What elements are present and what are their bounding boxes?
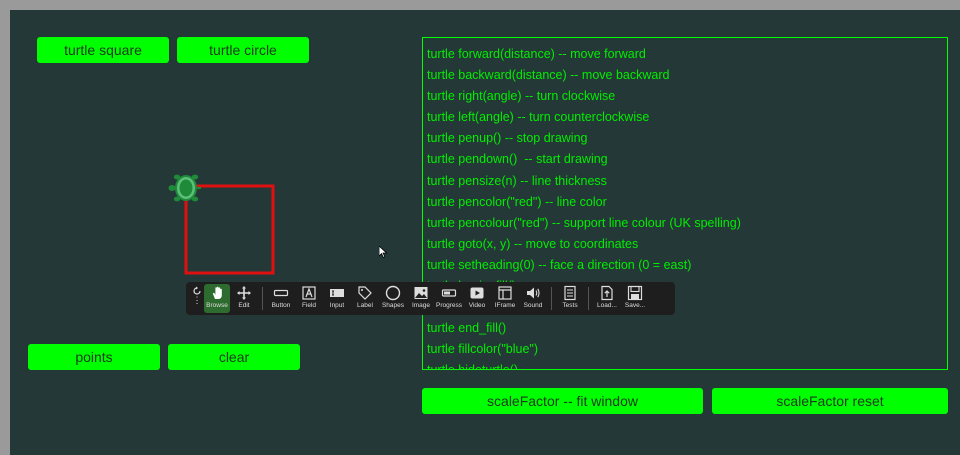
help-line: turtle pencolour("red") -- support line …	[427, 215, 741, 230]
move-icon	[237, 286, 251, 300]
toolbar-item-browse[interactable]: Browse	[204, 284, 230, 313]
toolbar-item-iframe[interactable]: IFrame	[491, 284, 519, 313]
help-line: turtle end_fill()	[427, 321, 507, 336]
help-line: turtle backward(distance) -- move backwa…	[427, 68, 670, 83]
toolbar-item-field[interactable]: Field	[295, 284, 323, 313]
help-line: turtle left(angle) -- turn counterclockw…	[427, 110, 650, 125]
help-line: turtle goto(x, y) -- move to coordinates	[427, 236, 639, 251]
toolbar-item-label: Shapes	[381, 302, 405, 309]
toolbar-item-image[interactable]: Image	[407, 284, 435, 313]
button-icon	[273, 289, 289, 297]
toolbar-item-label: Browse	[206, 302, 228, 309]
help-line: turtle pendown() -- start drawing	[427, 152, 608, 167]
drawn-square	[184, 184, 275, 275]
speaker-icon	[527, 287, 540, 299]
turtle-circle-button[interactable]: turtle circle	[177, 37, 309, 63]
help-line: turtle pensize(n) -- line thickness	[427, 173, 607, 188]
toolbar-item-label: Label	[357, 302, 373, 309]
toolbar-item-tests[interactable]: Tests	[556, 284, 584, 313]
tag-icon	[358, 286, 372, 300]
toolbar-item-video[interactable]: Video	[463, 284, 491, 313]
help-line: turtle hideturtle()	[427, 360, 947, 369]
toolbar-item-label: Save...	[624, 302, 646, 309]
help-line: turtle right(angle) -- turn clockwise	[427, 89, 616, 104]
drag-handle-icon[interactable]: ⋮	[193, 296, 202, 305]
turtle-square-button[interactable]: turtle square	[37, 37, 169, 63]
toolbar-item-load[interactable]: Load...	[593, 284, 621, 313]
toolbar-item-label: IFrame	[494, 302, 516, 309]
input-icon	[330, 289, 344, 297]
save-icon	[627, 285, 643, 301]
scale-reset-button[interactable]: scaleFactor reset	[712, 388, 948, 414]
toolbar-item-label: Sound	[523, 302, 543, 309]
toolbar-item-label[interactable]: Label	[351, 284, 379, 313]
help-panel[interactable]: turtle forward(distance) -- move forward…	[422, 37, 948, 370]
turtle-icon	[168, 174, 201, 202]
load-icon	[601, 285, 613, 301]
scale-fit-button[interactable]: scaleFactor -- fit window	[422, 388, 703, 414]
help-line: turtle fillcolor("blue")	[427, 342, 538, 357]
points-button[interactable]: points	[28, 344, 160, 370]
app-stage: turtle square turtle circle points clear…	[10, 10, 960, 455]
toolbar-item-label: Load...	[597, 302, 617, 309]
book-icon	[564, 285, 576, 301]
help-line: turtle forward(distance) -- move forward	[427, 47, 646, 61]
toolbar-separator	[262, 287, 263, 310]
toolbar-item-input[interactable]: Input	[323, 284, 351, 313]
toolbar-item-progress[interactable]: Progress	[435, 284, 463, 313]
field-icon	[302, 286, 316, 300]
hand-icon	[212, 286, 222, 299]
toolbar-item-save[interactable]: Save...	[621, 284, 649, 313]
toolbar-item-button[interactable]: Button	[267, 284, 295, 313]
toolbar-handle[interactable]: ⋮	[190, 284, 204, 313]
toolbar-item-shapes[interactable]: Shapes	[379, 284, 407, 313]
progress-icon	[441, 289, 457, 297]
toolbar-item-label: Progress	[435, 302, 462, 309]
toolbar-item-label: Tests	[562, 302, 578, 309]
toolbar-item-edit[interactable]: Edit	[230, 284, 258, 313]
help-list: turtle forward(distance) -- move forward…	[423, 38, 947, 369]
toolbar-separator	[588, 287, 589, 310]
toolbar-item-sound[interactable]: Sound	[519, 284, 547, 313]
edit-toolbar: ⋮ Browse Edit Button Field Input Label Shapes I…	[186, 282, 675, 315]
turtle-canvas	[168, 174, 275, 275]
toolbar-separator	[551, 287, 552, 310]
toolbar-item-label: Input	[329, 302, 345, 309]
help-line: turtle pencolor("red") -- line color	[427, 194, 607, 209]
iframe-icon	[498, 286, 512, 300]
clear-button[interactable]: clear	[168, 344, 300, 370]
mouse-cursor-icon	[379, 246, 388, 258]
help-line: turtle penup() -- stop drawing	[427, 131, 588, 146]
toolbar-item-label: Image	[411, 302, 431, 309]
toolbar-item-label: Button	[271, 302, 291, 309]
video-icon	[470, 287, 484, 299]
help-line: turtle setheading(0) -- face a direction…	[427, 257, 692, 272]
toolbar-item-label: Edit	[238, 302, 250, 309]
toolbar-item-label: Field	[301, 302, 317, 309]
image-icon	[414, 287, 428, 299]
circle-icon	[385, 285, 401, 301]
toolbar-item-label: Video	[468, 302, 486, 309]
